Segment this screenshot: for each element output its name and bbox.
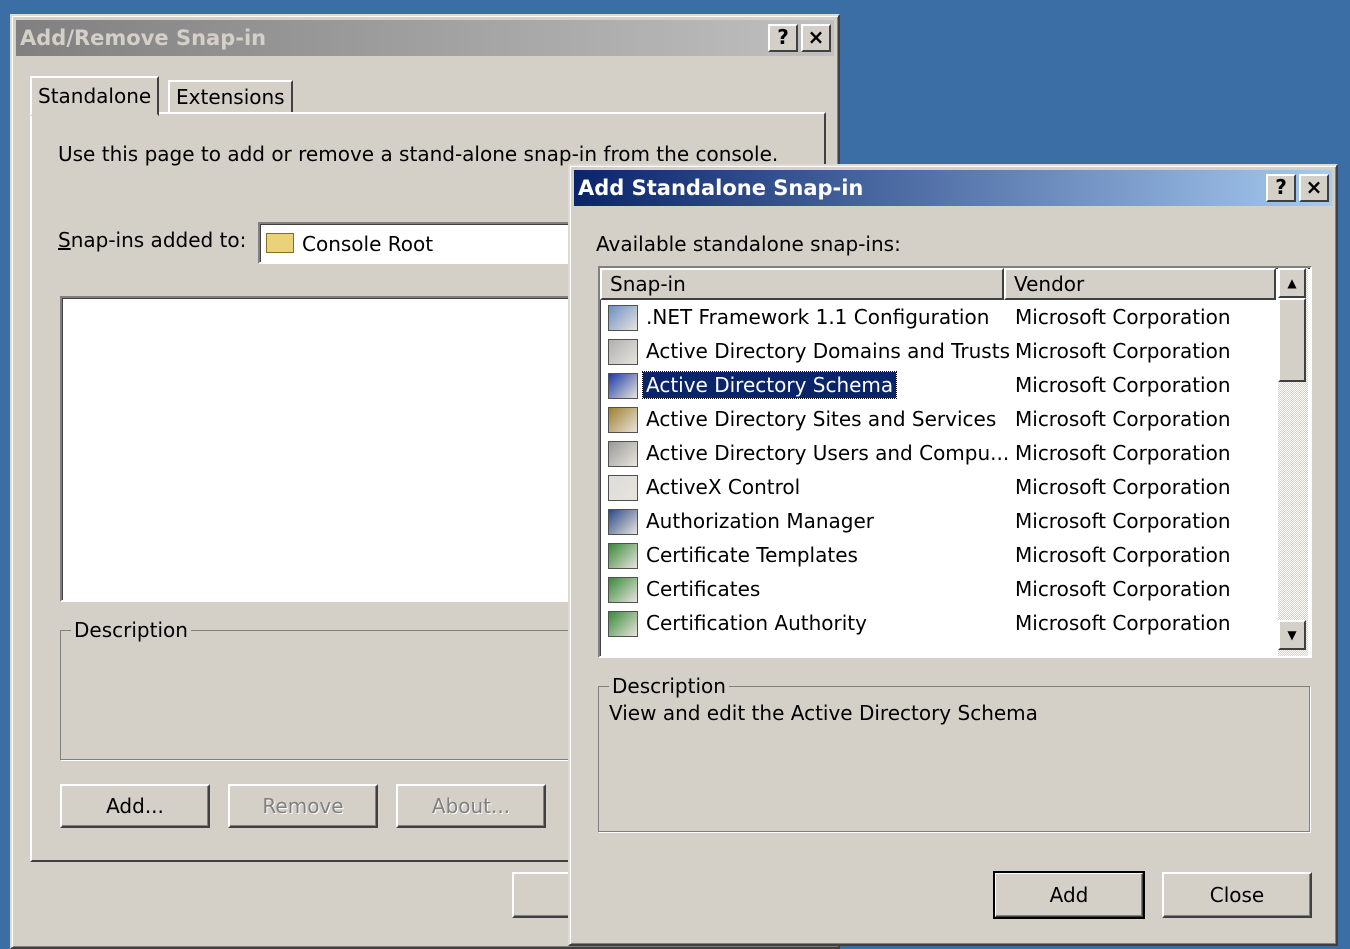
front-dialog-title: Add Standalone Snap-in <box>578 176 864 200</box>
snapins-added-to-label: Snap-ins added to: <box>58 228 247 252</box>
front-description-group: Description View and edit the Active Dir… <box>598 674 1310 832</box>
list-item[interactable]: Authorization Manager Microsoft Corporati… <box>600 504 1272 538</box>
tab-extensions[interactable]: Extensions <box>168 80 293 112</box>
snapin-vendor: Microsoft Corporation <box>1015 543 1231 567</box>
added-to-value: Console Root <box>302 232 434 256</box>
back-description-legend: Description <box>71 618 191 642</box>
back-description-group: Description <box>60 618 580 760</box>
snapin-name: ActiveX Control <box>646 475 801 499</box>
certificates-icon <box>608 577 638 603</box>
snapin-vendor: Microsoft Corporation <box>1015 305 1231 329</box>
snapin-name: Certificate Templates <box>646 543 858 567</box>
list-item[interactable]: Active Directory Domains and Trusts Micro… <box>600 334 1272 368</box>
snapin-vendor: Microsoft Corporation <box>1015 475 1231 499</box>
snapin-vendor: Microsoft Corporation <box>1015 441 1231 465</box>
snapin-name: Active Directory Sites and Services <box>646 407 997 431</box>
tab-standalone[interactable]: Standalone <box>30 76 160 116</box>
snapin-name: .NET Framework 1.1 Configuration <box>646 305 990 329</box>
description-text: View and edit the Active Directory Schem… <box>609 701 1038 725</box>
add-button[interactable]: Add... <box>60 784 210 828</box>
snapin-name: Authorization Manager <box>646 509 874 533</box>
snapin-name: Active Directory Domains and Trusts <box>646 339 1010 363</box>
available-label: Available standalone snap-ins: <box>596 232 901 256</box>
activex-icon <box>608 475 638 501</box>
list-item[interactable]: ActiveX Control Microsoft Corporation <box>600 470 1272 504</box>
intro-text: Use this page to add or remove a stand-a… <box>58 142 779 166</box>
close-button[interactable]: Close <box>1162 872 1312 918</box>
close-icon[interactable]: × <box>1299 174 1329 202</box>
snapin-vendor: Microsoft Corporation <box>1015 509 1231 533</box>
ad-domains-icon <box>608 339 638 365</box>
ad-sites-icon <box>608 407 638 433</box>
added-to-combobox[interactable]: Console Root <box>258 222 578 264</box>
front-description-legend: Description <box>609 674 729 698</box>
added-snapins-list[interactable] <box>60 296 580 602</box>
snapin-vendor: Microsoft Corporation <box>1015 373 1231 397</box>
back-dialog-titlebar[interactable]: Add/Remove Snap-in ? × <box>16 20 834 56</box>
scroll-up-button[interactable]: ▲ <box>1278 268 1306 298</box>
snapin-name: Active Directory Schema <box>641 371 898 399</box>
snapin-name: Active Directory Users and Compu... <box>646 441 1010 465</box>
column-header-snapin[interactable]: Snap-in <box>600 268 1004 300</box>
scroll-thumb[interactable] <box>1278 298 1306 382</box>
add-snapin-button[interactable]: Add <box>993 871 1145 919</box>
help-button[interactable]: ? <box>1266 174 1296 202</box>
snapin-listview[interactable]: Snap-in Vendor .NET Framework 1.1 Config… <box>598 266 1312 658</box>
help-button[interactable]: ? <box>768 24 798 52</box>
snapin-name: Certification Authority <box>646 611 867 635</box>
snapin-vendor: Microsoft Corporation <box>1015 611 1231 635</box>
snapin-vendor: Microsoft Corporation <box>1015 407 1231 431</box>
list-item[interactable]: Active Directory Sites and Services Micro… <box>600 402 1272 436</box>
ad-users-icon <box>608 441 638 467</box>
vertical-scrollbar[interactable]: ▲ ▼ <box>1278 268 1308 656</box>
certificate-templates-icon <box>608 543 638 569</box>
scroll-down-button[interactable]: ▼ <box>1278 620 1306 650</box>
list-item[interactable]: Active Directory Schema Microsoft Corpora… <box>600 368 1272 402</box>
list-item[interactable]: Certificates Microsoft Corporation <box>600 572 1272 606</box>
folder-icon <box>266 233 294 253</box>
list-item[interactable]: Certification Authority Microsoft Corpora… <box>600 606 1272 640</box>
column-header-vendor[interactable]: Vendor <box>1004 268 1276 300</box>
about-button[interactable]: About... <box>396 784 546 828</box>
snapin-vendor: Microsoft Corporation <box>1015 577 1231 601</box>
dotnet-config-icon <box>608 305 638 331</box>
list-item[interactable]: Active Directory Users and Compu... Micro… <box>600 436 1272 470</box>
authorization-manager-icon <box>608 509 638 535</box>
front-dialog-titlebar[interactable]: Add Standalone Snap-in ? × <box>574 170 1332 206</box>
snapin-rows: .NET Framework 1.1 Configuration Microsof… <box>600 300 1276 656</box>
list-item[interactable]: .NET Framework 1.1 Configuration Microsof… <box>600 300 1272 334</box>
ad-schema-icon <box>608 373 638 399</box>
list-item[interactable]: Certificate Templates Microsoft Corporati… <box>600 538 1272 572</box>
snapin-name: Certificates <box>646 577 761 601</box>
back-dialog-title: Add/Remove Snap-in <box>20 26 267 50</box>
add-standalone-snapin-dialog: Add Standalone Snap-in ? × Available sta… <box>568 164 1338 946</box>
certification-authority-icon <box>608 611 638 637</box>
snapin-vendor: Microsoft Corporation <box>1015 339 1231 363</box>
close-icon[interactable]: × <box>801 24 831 52</box>
remove-button[interactable]: Remove <box>228 784 378 828</box>
